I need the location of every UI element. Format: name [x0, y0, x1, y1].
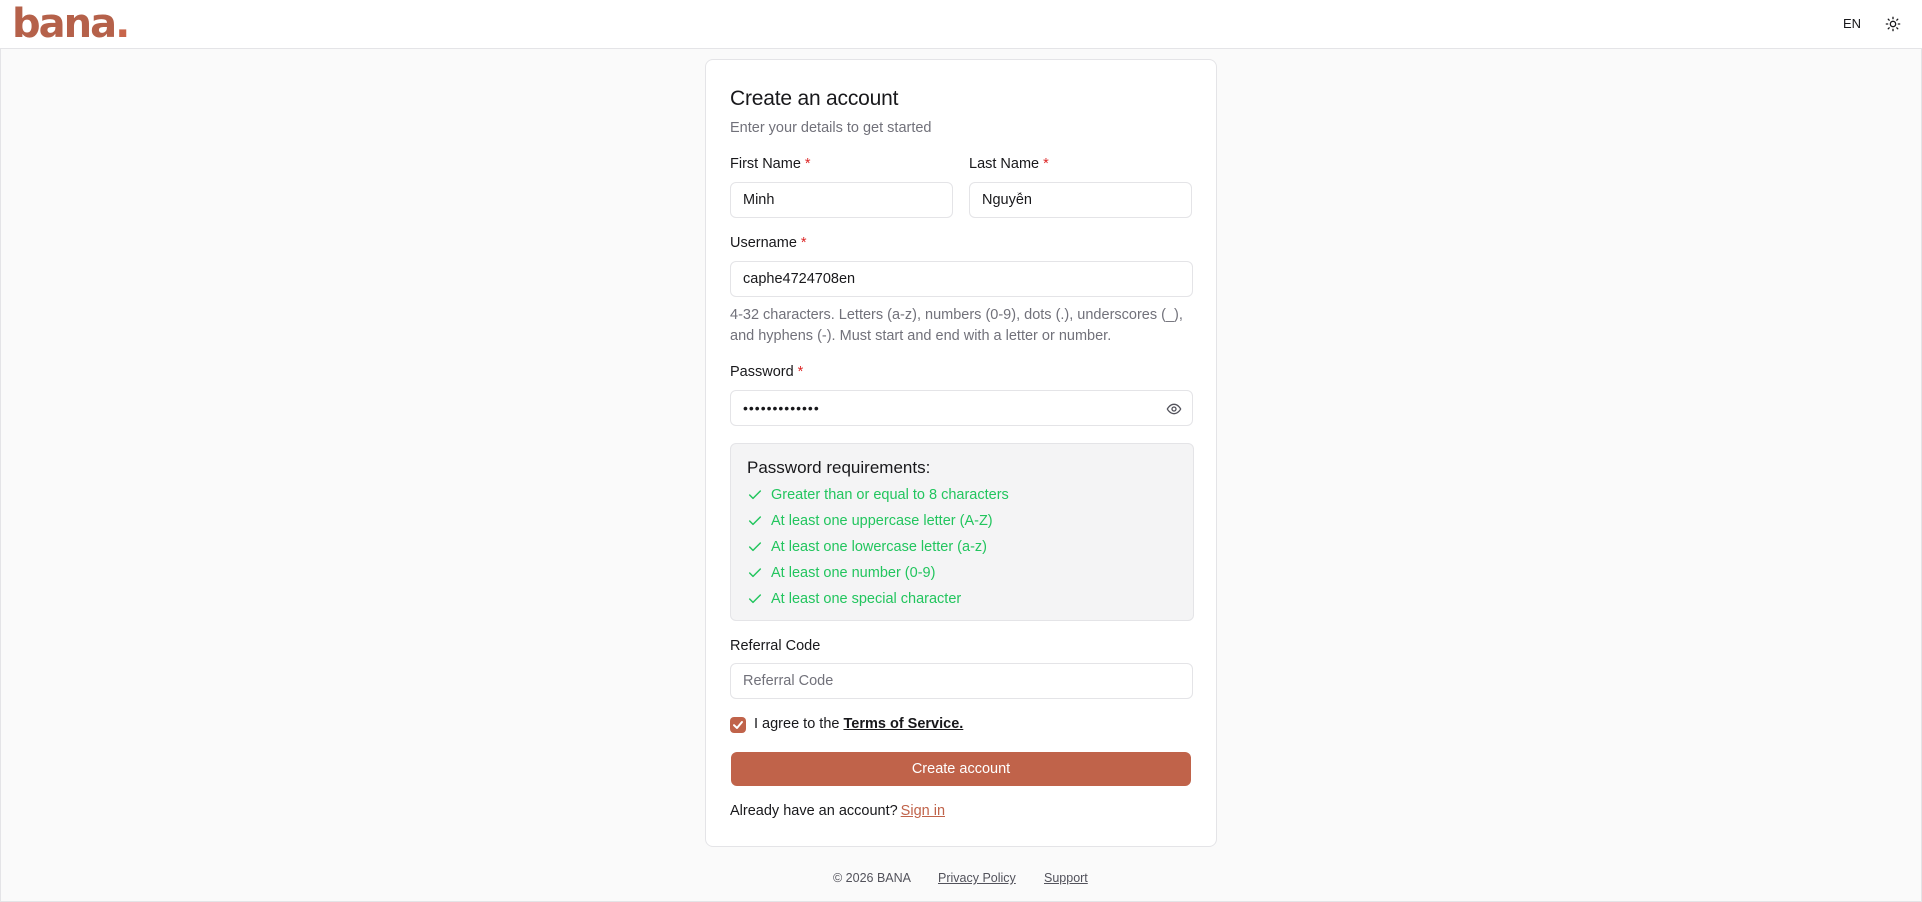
password-requirements-panel: Password requirements: Greater than or e… — [730, 443, 1194, 621]
agree-text: I agree to the — [754, 716, 840, 732]
check-icon — [748, 542, 762, 552]
copyright-text: © 2026 BANA — [833, 871, 912, 885]
toggle-password-visibility-button[interactable] — [1166, 401, 1182, 417]
logo-dot: . — [115, 1, 130, 47]
referral-code-field[interactable] — [730, 663, 1193, 699]
terms-of-service-link[interactable]: Terms of Service. — [843, 716, 963, 732]
language-switcher[interactable]: EN — [1843, 16, 1861, 31]
first-name-label: First Name * — [730, 156, 811, 172]
requirement-text: Greater than or equal to 8 characters — [771, 487, 1009, 503]
first-name-label-text: First Name — [730, 156, 801, 172]
signin-prompt-text: Already have an account? — [730, 803, 898, 819]
checkmark-icon — [733, 721, 743, 729]
password-label-text: Password — [730, 364, 794, 380]
page-title: Create an account — [730, 87, 899, 110]
requirements-title: Password requirements: — [747, 458, 931, 477]
theme-toggle-button[interactable] — [1885, 16, 1903, 34]
signin-prompt: Already have an account? Sign in — [730, 803, 945, 819]
requirement-item: At least one lowercase letter (a-z) — [747, 537, 987, 557]
terms-checkbox[interactable] — [730, 717, 746, 733]
requirement-item: Greater than or equal to 8 characters — [747, 485, 1009, 505]
requirement-text: At least one special character — [771, 591, 962, 607]
check-icon — [748, 516, 762, 526]
username-label: Username * — [730, 235, 807, 251]
required-marker: * — [797, 364, 804, 380]
username-field[interactable] — [730, 261, 1193, 297]
requirement-item: At least one number (0-9) — [747, 563, 935, 583]
first-name-field[interactable] — [730, 182, 953, 218]
requirement-item: At least one uppercase letter (A-Z) — [747, 511, 993, 531]
eye-icon — [1166, 403, 1182, 415]
requirement-text: At least one lowercase letter (a-z) — [771, 539, 987, 555]
requirement-item: At least one special character — [747, 589, 961, 609]
page-footer: © 2026 BANA Privacy Policy Support — [0, 871, 1922, 889]
sign-in-link[interactable]: Sign in — [901, 803, 945, 819]
sun-icon — [1885, 16, 1901, 32]
referral-code-label: Referral Code — [730, 638, 821, 654]
check-icon — [748, 594, 762, 604]
top-bar: bana. EN — [0, 0, 1922, 49]
username-label-text: Username — [730, 235, 797, 251]
password-field[interactable]: ••••••••••••• — [730, 390, 1193, 426]
required-marker: * — [804, 156, 811, 172]
password-value: ••••••••••••• — [743, 400, 820, 416]
support-link[interactable]: Support — [1044, 871, 1088, 885]
required-marker: * — [800, 235, 807, 251]
username-hint: 4-32 characters. Letters (a-z), numbers … — [730, 307, 1183, 344]
requirement-text: At least one uppercase letter (A-Z) — [771, 513, 993, 529]
logo-text: bana — [12, 1, 117, 47]
brand-logo[interactable]: bana. — [12, 1, 130, 47]
terms-agreement: I agree to the Terms of Service. — [754, 716, 963, 732]
requirement-text: At least one number (0-9) — [771, 565, 936, 581]
page-subtitle: Enter your details to get started — [730, 120, 932, 136]
last-name-label-text: Last Name — [969, 156, 1040, 172]
last-name-field[interactable] — [969, 182, 1192, 218]
create-account-button[interactable]: Create account — [731, 752, 1191, 786]
privacy-policy-link[interactable]: Privacy Policy — [938, 871, 1016, 885]
check-icon — [748, 490, 762, 500]
last-name-label: Last Name * — [969, 156, 1049, 172]
signup-card: Create an account Enter your details to … — [705, 59, 1217, 847]
password-label: Password * — [730, 364, 803, 380]
required-marker: * — [1043, 156, 1049, 172]
check-icon — [748, 568, 762, 578]
